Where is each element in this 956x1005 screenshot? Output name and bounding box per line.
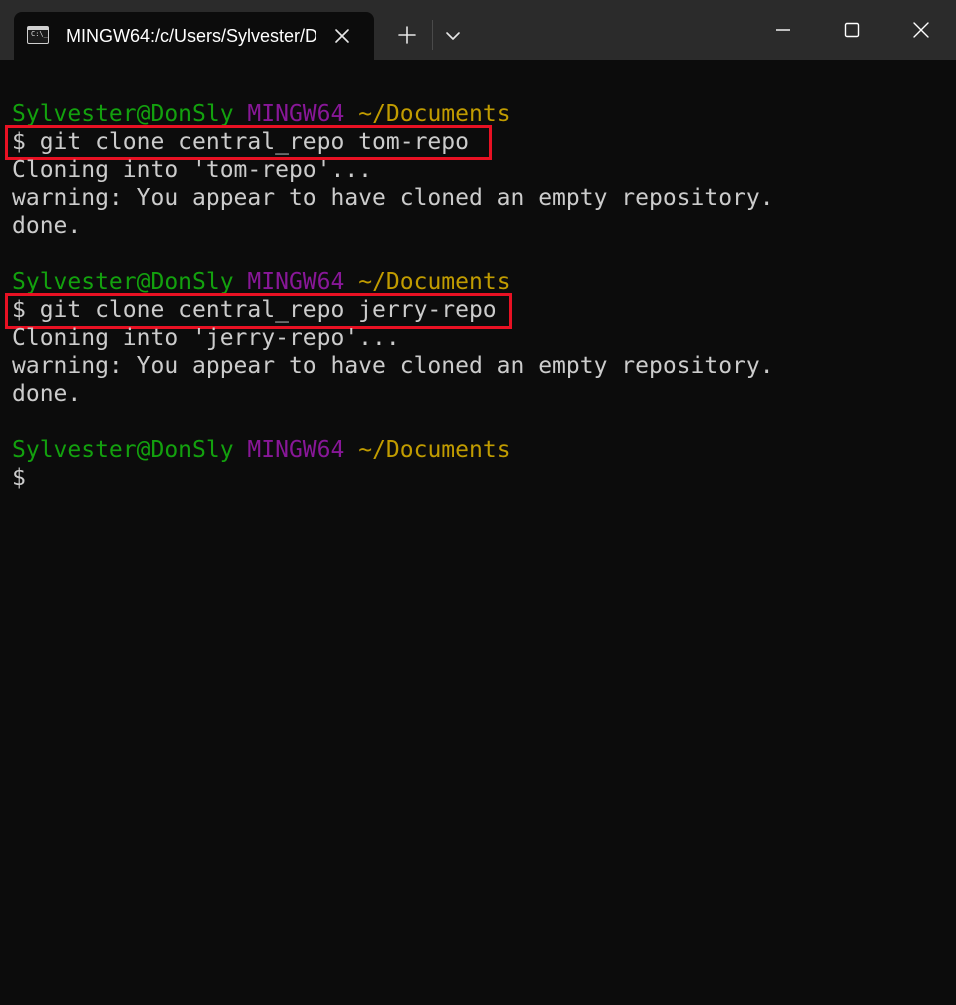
tab-separator	[432, 20, 433, 50]
output-line: Cloning into 'jerry-repo'...	[12, 325, 400, 351]
prompt-user: Sylvester@DonSly	[12, 269, 234, 295]
prompt-user: Sylvester@DonSly	[12, 437, 234, 463]
prompt-user: Sylvester@DonSly	[12, 101, 234, 127]
tab-title: MINGW64:/c/Users/Sylvester/Documents	[66, 26, 316, 46]
minimize-icon[interactable]	[771, 18, 795, 42]
prompt-path: ~/Documents	[358, 101, 511, 127]
prompt-line: Sylvester@DonSly MINGW64 ~/Documents	[12, 268, 511, 296]
terminal-icon: C:\_	[27, 26, 49, 44]
prompt-path: ~/Documents	[358, 269, 511, 295]
title-bar[interactable]: C:\_ MINGW64:/c/Users/Sylvester/Document…	[0, 0, 956, 60]
prompt-line: Sylvester@DonSly MINGW64 ~/Documents	[12, 100, 511, 128]
chevron-down-icon[interactable]	[441, 24, 465, 48]
command-highlight-box	[5, 125, 492, 160]
output-line: done.	[12, 213, 82, 239]
prompt-host: MINGW64	[247, 269, 345, 295]
prompt-host: MINGW64	[247, 101, 345, 127]
close-icon[interactable]	[330, 24, 354, 48]
input-prompt[interactable]: $	[12, 464, 26, 492]
terminal-output[interactable]: Sylvester@DonSly MINGW64 ~/Documents $ g…	[0, 60, 956, 1005]
terminal-tab[interactable]: C:\_ MINGW64:/c/Users/Sylvester/Document…	[14, 12, 374, 60]
output-line: done.	[12, 381, 82, 407]
prompt-path: ~/Documents	[358, 437, 511, 463]
prompt-line: Sylvester@DonSly MINGW64 ~/Documents	[12, 436, 511, 464]
output-line: warning: You appear to have cloned an em…	[12, 185, 774, 211]
terminal-window: C:\_ MINGW64:/c/Users/Sylvester/Document…	[0, 0, 956, 1005]
plus-icon[interactable]	[394, 22, 420, 48]
maximize-icon[interactable]	[840, 18, 864, 42]
close-icon[interactable]	[909, 18, 933, 42]
terminal-icon-glyph: C:\_	[31, 30, 48, 38]
output-line: Cloning into 'tom-repo'...	[12, 157, 373, 183]
prompt-host: MINGW64	[247, 437, 345, 463]
output-line: warning: You appear to have cloned an em…	[12, 353, 774, 379]
